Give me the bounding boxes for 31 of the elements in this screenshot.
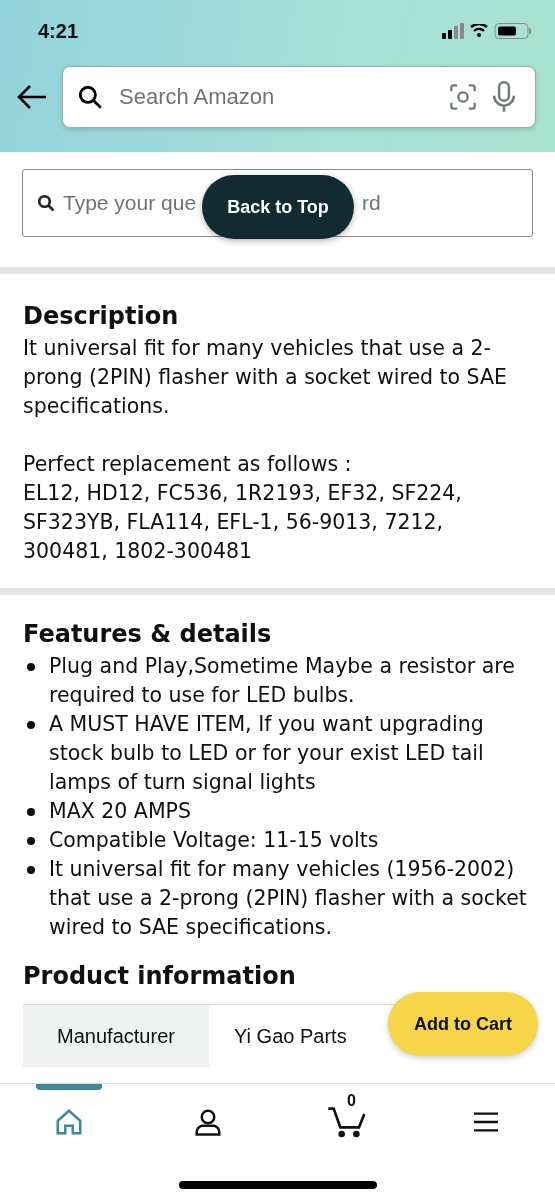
section-heading: Description	[23, 302, 180, 330]
back-arrow-icon[interactable]	[16, 84, 48, 110]
description-paragraph: Perfect replacement as follows : EL12, HD12, FC536, 1R2193, EF32, SF224, SF323YB, FLA114, EFL-1, 56-9013, 7212, 300481, 1802-300481	[23, 451, 463, 565]
feature-text: Plug and Play,Sometime Maybe a resistor are required to use for LED bulbs.	[49, 653, 516, 709]
table-value: Yi Gao Parts	[233, 1023, 347, 1049]
table-label: Manufacturer	[23, 1005, 209, 1067]
camera-icon[interactable]	[449, 83, 477, 111]
search-field[interactable]: Search Amazon	[62, 66, 536, 128]
status-time: 4:21	[38, 19, 79, 43]
bullet-icon	[27, 663, 35, 671]
feature-text: MAX 20 AMPS	[49, 798, 191, 825]
placeholder-text: rd	[362, 191, 381, 215]
microphone-icon[interactable]	[491, 81, 517, 113]
feature-text: A MUST HAVE ITEM, If you want upgrading stock bulb to LED or for your exist LED tail lamps of turn signal lights	[49, 711, 485, 796]
section-heading: Product information	[23, 962, 297, 990]
bullet-icon	[27, 866, 35, 874]
back-to-top-button[interactable]: Back to Top	[202, 175, 354, 239]
battery-icon	[494, 23, 531, 39]
feature-text: It universal fit for many vehicles (1956-2002) that use a 2-prong (2PIN) flasher with a socket wired to SAE specifications.	[49, 856, 528, 941]
signal-icon	[442, 23, 464, 39]
section-heading: Features & details	[23, 620, 273, 648]
bullet-icon	[27, 721, 35, 729]
search-icon	[77, 84, 103, 110]
add-to-cart-button[interactable]: Add to Cart	[388, 992, 538, 1056]
description-paragraph: It universal fit for many vehicles that use a 2-prong (2PIN) flasher with a socket wired to SAE specifications.	[23, 335, 508, 420]
feature-text: Compatible Voltage: 11-15 volts	[49, 827, 379, 854]
bullet-icon	[27, 837, 35, 845]
search-icon	[37, 194, 55, 212]
bullet-icon	[27, 808, 35, 816]
placeholder-text: Type your que	[63, 191, 197, 215]
wifi-icon	[470, 24, 488, 38]
